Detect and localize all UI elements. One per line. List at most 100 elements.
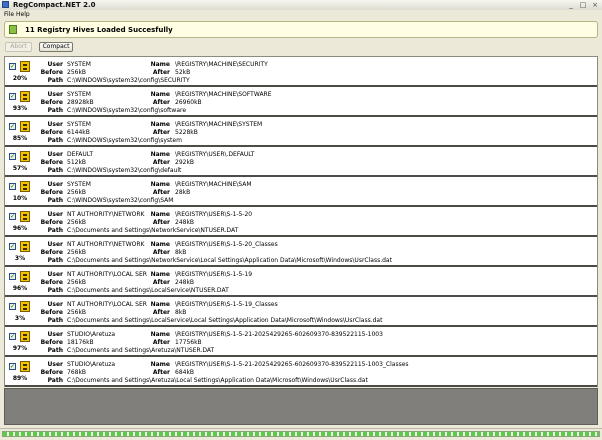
user-value: STUDIO\Aretuza [67,331,116,338]
name-value: \REGISTRY\MACHINE\SOFTWARE [175,91,272,98]
hive-checkbox[interactable]: ✓ [9,303,16,310]
after-label: After [152,219,170,226]
hive-checkbox[interactable]: ✓ [9,363,16,370]
before-label: Before [40,339,63,346]
hive-row[interactable]: ✓ 20% User Before Path SYSTEM 256kB C:\WINDOWS\… [5,57,597,87]
before-label: Before [40,219,63,226]
after-label: After [152,189,170,196]
path-value: C:\WINDOWS\system32\config\default [67,167,182,174]
hive-checkbox[interactable]: ✓ [9,153,16,160]
path-value: C:\WINDOWS\system32\config\system [67,137,182,144]
name-value: \REGISTRY\MACHINE\SAM [175,181,252,188]
maximize-button[interactable]: □ [578,1,588,9]
registry-hive-icon [20,61,30,72]
name-label: Name [150,151,170,158]
hive-checkbox[interactable]: ✓ [9,93,16,100]
name-value: \REGISTRY\MACHINE\SYSTEM [175,121,263,128]
before-label: Before [40,129,63,136]
user-value: NT AUTHORITY\LOCAL SER [67,271,147,278]
path-label: Path [47,257,63,264]
name-label: Name [150,211,170,218]
close-button[interactable]: × [590,1,600,9]
name-label: Name [150,331,170,338]
hive-row[interactable]: ✓ 57% User Before Path DEFAULT 512kB C:\WINDOWS… [5,147,597,177]
before-value: 256kB [67,249,87,256]
hive-row[interactable]: ✓ 96% User Before Path NT AUTHORITY\LOCAL SER… [5,267,597,297]
hive-row[interactable]: ✓ 10% User Before Path SYSTEM 256kB C:\WINDOWS\… [5,177,597,207]
compact-percent: 85% [12,135,28,142]
after-value: 292kB [175,159,195,166]
name-value: \REGISTRY\USER\S-1-5-20 [175,211,253,218]
hive-checkbox[interactable]: ✓ [9,183,16,190]
before-value: 28928kB [67,99,94,106]
path-value: C:\Documents and Settings\LocalService\L… [67,317,383,324]
hive-row[interactable]: ✓ 85% User Before Path SYSTEM 6144kB C:\WINDOWS… [5,117,597,147]
path-label: Path [47,287,63,294]
hive-checkbox[interactable]: ✓ [9,273,16,280]
path-value: C:\Documents and Settings\Aretuza\NTUSER… [67,347,215,354]
hive-row[interactable]: ✓ 3% User Before Path NT AUTHORITY\NETWORK 256… [5,237,597,267]
hive-checkbox[interactable]: ✓ [9,213,16,220]
name-label: Name [150,271,170,278]
hive-row[interactable]: ✓ 89% User Before Path STUDIO\Aretuza 768kB C:\… [5,357,597,387]
path-value: C:\Documents and Settings\Aretuza\Local … [67,377,368,384]
path-label: Path [47,167,63,174]
path-value: C:\Documents and Settings\NetworkService… [67,227,239,234]
before-value: 256kB [67,309,87,316]
before-value: 6144kB [67,129,90,136]
hive-checkbox[interactable]: ✓ [9,243,16,250]
user-value: NT AUTHORITY\NETWORK [67,241,145,248]
before-label: Before [40,189,63,196]
after-label: After [152,99,170,106]
user-value: STUDIO\Aretuza [67,361,116,368]
name-label: Name [150,121,170,128]
path-label: Path [47,347,63,354]
user-label: User [47,241,63,248]
banner-message: 11 Registry Hives Loaded Succesfully [25,26,173,34]
before-label: Before [40,69,63,76]
after-value: 684kB [175,369,195,376]
compact-percent: 10% [12,195,28,202]
registry-hive-icon [20,91,30,102]
compact-percent: 93% [12,105,28,112]
before-label: Before [40,369,63,376]
compact-button[interactable]: Compact [39,42,73,52]
after-label: After [152,339,170,346]
user-label: User [47,271,63,278]
hive-row[interactable]: ✓ 93% User Before Path SYSTEM 28928kB C:\WINDOW… [5,87,597,117]
hive-row[interactable]: ✓ 3% User Before Path NT AUTHORITY\LOCAL SER 2… [5,297,597,327]
compact-percent: 57% [12,165,28,172]
after-value: 8kB [175,309,187,316]
registry-hive-icon [20,211,30,222]
user-value: DEFAULT [67,151,93,158]
hive-checkbox[interactable]: ✓ [9,123,16,130]
hive-row[interactable]: ✓ 97% User Before Path STUDIO\Aretuza 18176kB C… [5,327,597,357]
hive-checkbox[interactable]: ✓ [9,333,16,340]
hive-list[interactable]: ✓ 20% User Before Path SYSTEM 256kB C:\WINDOWS\… [4,56,598,387]
user-value: SYSTEM [67,61,91,68]
hive-row[interactable]: ✓ 96% User Before Path NT AUTHORITY\NETWORK 25… [5,207,597,237]
registry-hive-icon [20,361,30,372]
menu-help[interactable]: Help [16,11,30,18]
after-label: After [152,369,170,376]
name-label: Name [150,301,170,308]
name-label: Name [150,241,170,248]
after-value: 248kB [175,219,195,226]
compact-percent: 97% [12,345,28,352]
before-value: 256kB [67,69,87,76]
abort-button[interactable]: Abort [5,42,32,52]
status-banner: 11 Registry Hives Loaded Succesfully [4,21,598,38]
before-value: 256kB [67,219,87,226]
name-value: \REGISTRY\USER\.DEFAULT [175,151,255,158]
user-value: NT AUTHORITY\LOCAL SER [67,301,147,308]
after-label: After [152,249,170,256]
menu-file[interactable]: File [4,11,14,18]
minimize-button[interactable]: _ [566,1,576,9]
name-label: Name [150,181,170,188]
path-value: C:\WINDOWS\system32\config\software [67,107,187,114]
hive-loaded-icon [9,25,17,34]
registry-hive-icon [20,181,30,192]
hive-checkbox[interactable]: ✓ [9,63,16,70]
before-label: Before [40,279,63,286]
before-label: Before [40,159,63,166]
